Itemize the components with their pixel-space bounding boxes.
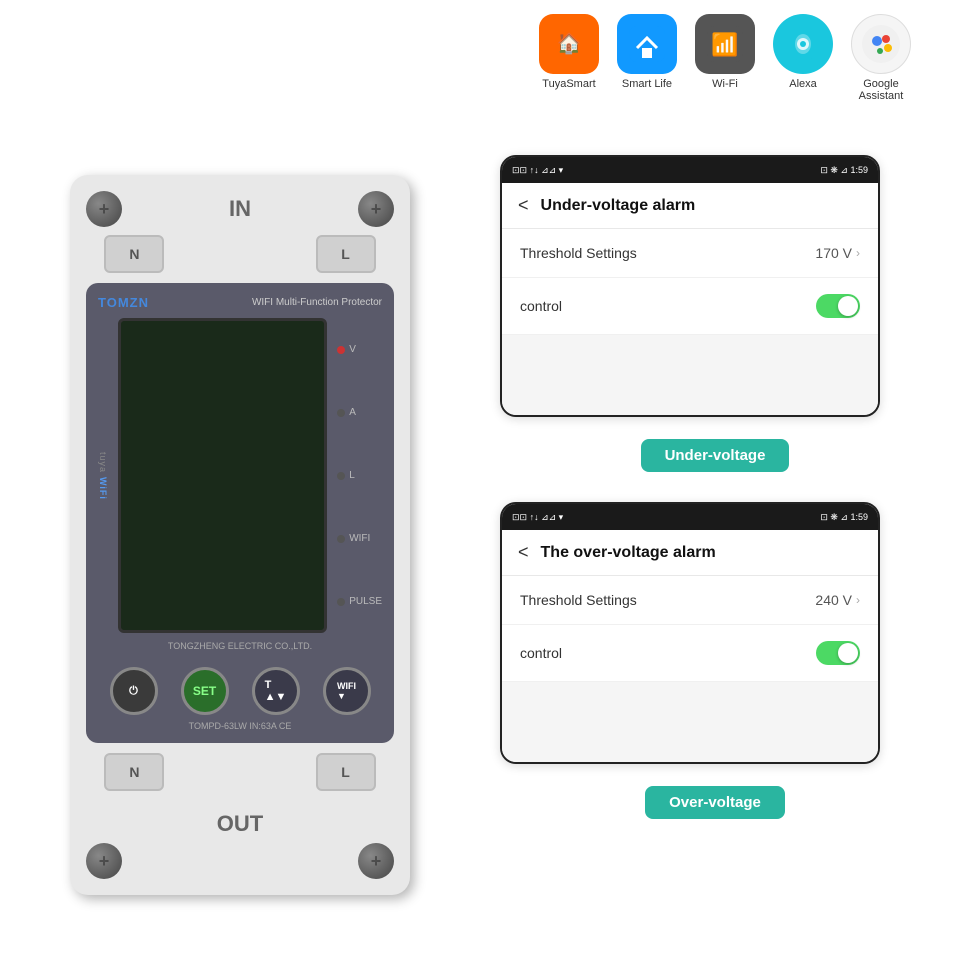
google-label: Google Assistant [859,78,904,102]
lcd-screen [118,318,327,633]
display-area: tuya WiFi V A L [98,318,382,633]
phone-header-2: < The over-voltage alarm [502,530,878,576]
indicators: V A L WIFI P [337,318,382,633]
top-right-screw [358,191,394,227]
phone-screens-area: ⊡⊡ ↑↓ ⊿⊿ ▾ ⊡ ❋ ⊿ 1:59 < Under-voltage al… [500,155,930,849]
indicator-a: A [337,407,382,418]
brand-row: TOMZN WIFI Multi-Function Protector [98,295,382,310]
tuya-smart-app[interactable]: 🏠 TuyaSmart [539,14,599,90]
indicator-l: L [337,470,382,481]
label-l: L [349,470,355,481]
wifi-app[interactable]: 📶 Wi-Fi [695,14,755,90]
screen1-title: Under-voltage alarm [541,197,696,215]
status-right-1: ⊡ ❋ ⊿ 1:59 [820,165,868,176]
empty-area-2 [502,682,878,762]
status-left-2: ⊡⊡ ↑↓ ⊿⊿ ▾ [512,512,563,523]
indicator-pulse: PULSE [337,596,382,607]
terminal-l-bottom: L [316,753,376,791]
chevron-1: › [856,246,860,260]
chevron-2: › [856,593,860,607]
timer-button[interactable]: T▲▼ [252,667,300,715]
alexa-label: Alexa [789,78,817,90]
bottom-right-screw [358,843,394,879]
indicator-wifi: WIFI [337,533,382,544]
power-button[interactable]: ⏻ [110,667,158,715]
control-row-2[interactable]: control [502,625,878,682]
terminal-row-bottom: N L [104,753,375,791]
bottom-section: OUT [86,811,394,879]
brand-name: TOMZN [98,295,149,310]
status-right-2: ⊡ ❋ ⊿ 1:59 [820,512,868,523]
dot-a [337,409,345,417]
device-area: IN N L TOMZN WIFI Multi-Function Protect… [30,155,450,915]
alexa-app[interactable]: Alexa [773,14,833,90]
threshold-label-2: Threshold Settings [520,592,637,608]
phone-content-1: Threshold Settings 170 V › control [502,229,878,415]
smartlife-label: Smart Life [622,78,672,90]
control-toggle-1[interactable] [816,294,860,318]
status-left-1: ⊡⊡ ↑↓ ⊿⊿ ▾ [512,165,563,176]
tuya-side-label: tuya [98,452,108,473]
in-label: IN [229,196,251,222]
dot-pulse [337,598,345,606]
set-button[interactable]: SET [181,667,229,715]
back-arrow-1[interactable]: < [518,195,529,216]
top-left-screw [86,191,122,227]
model-row: TOMPD-63LW IN:63A CE [98,721,382,731]
dot-wifi [337,535,345,543]
phone-header-1: < Under-voltage alarm [502,183,878,229]
tuya-label: TuyaSmart [542,78,595,90]
google-assistant-app[interactable]: Google Assistant [851,14,911,102]
phone-screen-2: ⊡⊡ ↑↓ ⊿⊿ ▾ ⊡ ❋ ⊿ 1:59 < The over-voltage… [500,502,880,764]
threshold-value-1: 170 V › [815,245,860,261]
threshold-label-1: Threshold Settings [520,245,637,261]
bottom-brand: TONGZHENG ELECTRIC CO.,LTD. [98,641,382,651]
threshold-value-2: 240 V › [815,592,860,608]
under-voltage-container: Under-voltage [500,431,930,490]
terminal-n-bottom: N [104,753,164,791]
indicator-v: V [337,344,382,355]
control-label-2: control [520,645,562,661]
back-arrow-2[interactable]: < [518,542,529,563]
device-body: IN N L TOMZN WIFI Multi-Function Protect… [70,175,410,895]
bottom-left-screw [86,843,122,879]
terminal-n: N [104,235,164,273]
dot-l [337,472,345,480]
terminal-l: L [316,235,376,273]
terminal-row-top: N L [104,235,375,273]
control-label-1: control [520,298,562,314]
bottom-screws [86,843,394,879]
top-section: IN [86,191,394,227]
app-icons-area: 🏠 TuyaSmart Smart Life 📶 Wi-Fi [510,14,940,102]
wifi-label: Wi-Fi [712,78,738,90]
out-label: OUT [86,811,394,837]
phone-screen-1: ⊡⊡ ↑↓ ⊿⊿ ▾ ⊡ ❋ ⊿ 1:59 < Under-voltage al… [500,155,880,417]
label-a: A [349,407,356,418]
phone-content-2: Threshold Settings 240 V › control [502,576,878,762]
threshold-row-1[interactable]: Threshold Settings 170 V › [502,229,878,278]
over-voltage-container: Over-voltage [500,778,930,837]
main-body: TOMZN WIFI Multi-Function Protector tuya… [86,283,394,743]
svg-text:🏠: 🏠 [557,32,582,55]
over-voltage-label: Over-voltage [645,786,785,819]
control-row-1[interactable]: control [502,278,878,335]
status-bar-1: ⊡⊡ ↑↓ ⊿⊿ ▾ ⊡ ❋ ⊿ 1:59 [502,157,878,183]
buttons-row: ⏻ SET T▲▼ WIFI▼ [98,667,382,715]
product-name: WIFI Multi-Function Protector [252,297,382,308]
threshold-row-2[interactable]: Threshold Settings 240 V › [502,576,878,625]
label-wifi: WIFI [349,533,370,544]
wifi-side-label: WiFi [98,477,108,500]
smart-life-app[interactable]: Smart Life [617,14,677,90]
wifi-button[interactable]: WIFI▼ [323,667,371,715]
dot-v [337,346,345,354]
under-voltage-label: Under-voltage [641,439,790,472]
screen2-title: The over-voltage alarm [541,544,716,562]
empty-area-1 [502,335,878,415]
label-v: V [349,344,356,355]
label-pulse: PULSE [349,596,382,607]
status-bar-2: ⊡⊡ ↑↓ ⊿⊿ ▾ ⊡ ❋ ⊿ 1:59 [502,504,878,530]
svg-text:📶: 📶 [711,32,738,57]
control-toggle-2[interactable] [816,641,860,665]
